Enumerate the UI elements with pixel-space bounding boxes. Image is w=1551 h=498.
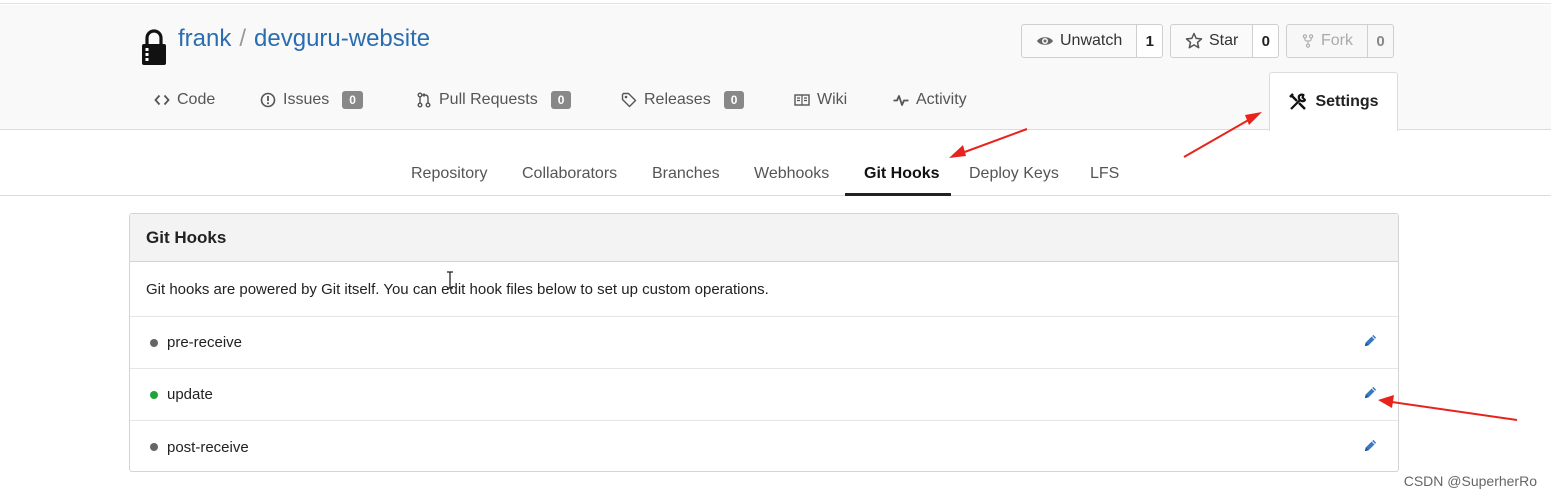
releases-count-badge: 0 [723,91,745,109]
pull-request-icon [417,92,431,108]
subtab-collaborators[interactable]: Collaborators [522,165,617,183]
subtab-git-hooks[interactable]: Git Hooks [864,165,940,183]
book-icon [794,94,810,106]
tab-settings-label: Settings [1315,93,1379,110]
issues-count-badge: 0 [342,91,363,109]
hook-row-pre-receive: pre-receive [130,317,1398,369]
panel-title: Git Hooks [130,214,1398,262]
subtab-branches[interactable]: Branches [652,165,720,183]
edit-update-button[interactable] [1363,385,1378,404]
star-button-group: Star 0 [1170,24,1280,58]
hook-row-update: update [130,369,1398,421]
git-hooks-panel: Git Hooks Git hooks are powered by Git i… [129,213,1399,472]
pencil-icon [1364,439,1377,451]
hook-status-dot [150,443,158,451]
panel-description: Git hooks are powered by Git itself. You… [130,262,1398,317]
tab-code[interactable]: Code [154,91,215,109]
tab-wiki[interactable]: Wiki [794,91,847,109]
tab-settings[interactable]: Settings [1269,72,1398,131]
unwatch-button[interactable]: Unwatch [1021,24,1138,58]
edit-post-receive-button[interactable] [1363,438,1378,457]
repo-title: frank / devguru-website [178,25,430,53]
fork-count[interactable]: 0 [1368,24,1394,58]
pencil-icon [1364,386,1377,399]
hook-name: post-receive [167,438,249,456]
hook-name: pre-receive [167,334,243,351]
fork-button-group: Fork 0 [1286,24,1394,58]
top-border [0,0,1551,4]
subtab-webhooks[interactable]: Webhooks [754,165,829,183]
repo-name-link[interactable]: devguru-website [254,25,430,52]
subtab-deploy-keys[interactable]: Deploy Keys [969,165,1059,183]
fork-button[interactable]: Fork [1286,24,1368,58]
watch-count[interactable]: 1 [1137,24,1164,58]
eye-icon [1037,37,1053,45]
hook-status-dot [150,338,158,347]
tab-releases[interactable]: Releases 0 [621,91,745,109]
repo-owner-link[interactable]: frank [178,25,231,52]
issue-icon [260,92,276,108]
tab-wiki-label: Wiki [817,91,848,108]
settings-subnav: Repository Collaborators Branches Webhoo… [0,131,1551,196]
tab-pull-requests[interactable]: Pull Requests 0 [416,91,572,109]
lock-icon [142,29,166,65]
tab-code-label: Code [177,91,216,108]
hook-row-post-receive: post-receive [130,421,1398,473]
tab-issues[interactable]: Issues 0 [260,91,363,109]
star-label: Star [1209,32,1239,49]
tab-issues-label: Issues [283,91,330,108]
fork-label: Fork [1321,32,1353,49]
hook-status-dot [150,390,158,399]
repo-separator: / [239,25,247,52]
unwatch-label: Unwatch [1060,32,1123,49]
tab-releases-label: Releases [644,91,711,108]
tab-activity[interactable]: Activity [893,91,967,109]
fork-icon [1302,34,1314,48]
tools-icon [1289,93,1307,110]
star-button[interactable]: Star [1170,24,1254,58]
pull-requests-count-badge: 0 [550,91,572,109]
tab-activity-label: Activity [916,91,967,108]
watermark: CSDN @SuperherRo [1403,473,1537,489]
hook-name: update [167,386,213,403]
pulse-icon [893,95,909,106]
code-icon [154,94,170,106]
tab-pull-requests-label: Pull Requests [439,91,538,108]
star-count[interactable]: 0 [1253,24,1280,58]
text-cursor-icon [447,271,453,289]
subtab-lfs[interactable]: LFS [1090,165,1119,183]
star-icon [1185,32,1203,49]
edit-pre-receive-button[interactable] [1363,333,1378,352]
subtab-repository[interactable]: Repository [411,165,487,183]
tag-icon [621,92,637,108]
active-subtab-underline [845,193,951,196]
watch-button-group: Unwatch 1 [1021,24,1164,58]
pencil-icon [1364,334,1377,347]
